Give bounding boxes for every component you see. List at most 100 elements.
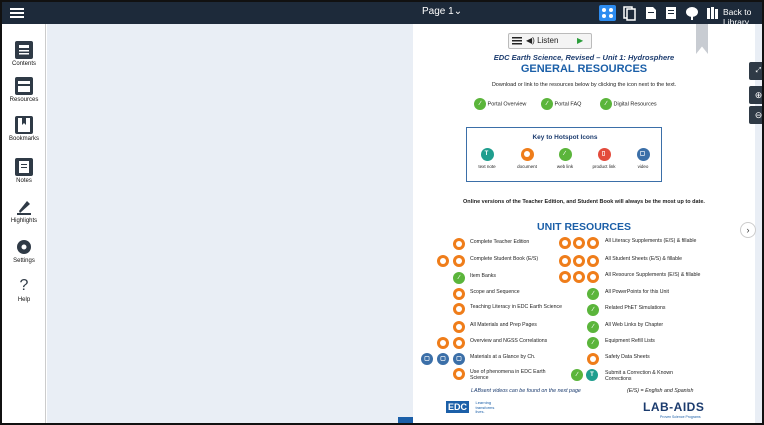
resource-label: All Materials and Prep Pages [470, 322, 537, 328]
resource-label: Teaching Literacy in EDC Earth Science [470, 304, 562, 310]
unit-resources-heading: UNIT RESOURCES [537, 221, 631, 233]
resource-label: Materials at a Glance by Ch. [470, 354, 536, 360]
video-icon: ▢ [437, 353, 449, 365]
resource-label: All PowerPoints for this Unit [605, 289, 670, 295]
resource-label: All Student Sheets (E/S) & fillable [605, 256, 682, 262]
sidebar-item-resources[interactable]: Resources [2, 77, 46, 103]
document-hotspot-icon [573, 255, 585, 267]
document-hotspot-icon [559, 255, 571, 267]
play-icon[interactable]: ▶ [577, 36, 583, 50]
zoom-out-icon[interactable]: ⊖ [749, 106, 762, 124]
listen-label: Listen [537, 36, 559, 45]
document-hotspot-icon [587, 353, 599, 365]
labsent-videos-note: LABsent videos can be found on the next … [471, 388, 581, 394]
document-hotspot-icon [559, 271, 571, 283]
listen-menu-icon[interactable] [512, 37, 522, 51]
key-item-text-note: T text note [467, 148, 507, 169]
speaker-icon: ◀) [526, 36, 535, 45]
labaids-tagline: Proven Science Programs [660, 415, 701, 419]
key-label: video [637, 164, 649, 169]
sidebar-item-contents[interactable]: Contents [2, 41, 46, 67]
general-link-portal-overview[interactable]: ∕ Portal Overview [474, 98, 526, 110]
sidebar-item-label: Help [17, 297, 31, 303]
web-link-icon: ∕ [541, 98, 553, 110]
sidebar-item-label: Settings [13, 258, 35, 264]
document-icon[interactable] [642, 5, 659, 21]
document-hotspot-icon [453, 288, 465, 300]
labaids-logo: LAB-AIDS [643, 400, 705, 414]
sidebar-item-label: Notes [16, 178, 32, 184]
document-hotspot-icon [587, 255, 599, 267]
copy-pages-icon[interactable] [621, 5, 638, 21]
document-hotspot-icon [437, 255, 449, 267]
document-subtitle: EDC Earth Science, Revised – Unit 1: Hyd… [493, 53, 675, 62]
sidebar-item-settings[interactable]: Settings [2, 238, 46, 264]
resource-label: Related PhET Simulations [605, 305, 666, 311]
page-bookmark-ribbon[interactable] [696, 24, 708, 54]
document-hotspot-icon [587, 271, 599, 283]
resource-label: All Literacy Supplements (E/S) & fillabl… [605, 238, 697, 244]
page-selector[interactable]: Page 1⌄ [422, 6, 462, 17]
hamburger-menu-icon[interactable] [10, 6, 24, 20]
resource-label: Submit a Correction & Known Corrections [605, 370, 674, 382]
general-link-portal-faq[interactable]: ∕ Portal FAQ [541, 98, 581, 110]
document-hotspot-icon [437, 337, 449, 349]
web-link-icon: ∕ [600, 98, 612, 110]
fullscreen-icon[interactable]: ⤢ [749, 62, 762, 80]
zoom-in-icon[interactable]: ⊕ [749, 86, 762, 104]
document-hotspot-icon [559, 237, 571, 249]
web-link-icon: ∕ [587, 288, 599, 300]
document-hotspot-icon [573, 271, 585, 283]
link-label: Portal FAQ [554, 101, 582, 108]
intro-text: Download or link to the resources below … [491, 82, 677, 88]
edc-logo-text: EDC [446, 401, 470, 413]
top-toolbar: Page 1⌄ Back to Library [2, 2, 762, 27]
general-resources-heading: GENERAL RESOURCES [520, 63, 648, 75]
document-hotspot-icon [520, 148, 534, 161]
text-note-icon: T [586, 369, 598, 381]
key-label: text note [478, 164, 496, 169]
key-label: web link [556, 164, 574, 169]
general-link-digital-resources[interactable]: ∕ Digital Resources [600, 98, 657, 110]
sidebar-item-help[interactable]: ? Help [2, 277, 46, 303]
contents-icon [15, 41, 33, 59]
sidebar-item-label: Bookmarks [8, 136, 39, 142]
sidebar-item-label: Highlights [10, 218, 38, 224]
reader-canvas: ◀) Listen ▶ EDC Earth Science, Revised –… [47, 24, 762, 423]
web-link-icon: ∕ [587, 321, 599, 333]
document-hotspot-icon [453, 368, 465, 380]
listen-button[interactable]: ◀) Listen [526, 36, 558, 50]
key-item-video: ▢ video [623, 148, 663, 169]
notes-toolbar-icon[interactable] [663, 5, 680, 21]
key-label: product link [592, 164, 616, 169]
document-hotspot-icon [453, 337, 465, 349]
document-hotspot-icon [453, 238, 465, 250]
sidebar-item-label: Resources [9, 97, 39, 103]
video-icon: ▢ [421, 353, 433, 365]
document-hotspot-icon [573, 237, 585, 249]
resource-label: All Resource Supplements (E/S) & fillabl… [605, 272, 701, 278]
web-link-icon: ∕ [587, 337, 599, 349]
app-frame: Page 1⌄ Back to Library Contents Resourc… [0, 0, 764, 425]
empty-left-page [51, 24, 411, 423]
library-icon[interactable] [706, 5, 720, 21]
hotspots-icon[interactable] [599, 5, 616, 21]
sidebar-item-label: Contents [11, 61, 36, 67]
sidebar-item-notes[interactable]: Notes [2, 158, 46, 184]
settings-icon [15, 238, 33, 256]
page-thumbnails-button[interactable] [398, 417, 413, 423]
resources-icon [15, 77, 33, 95]
document-hotspot-icon [453, 321, 465, 333]
document-hotspot-icon [453, 255, 465, 267]
next-page-chevron-icon[interactable]: › [740, 222, 756, 238]
resource-label: Use of phenomena in EDC Earth Science [470, 369, 546, 381]
key-item-product-link: ▯ product link [584, 148, 624, 169]
web-link-icon: ∕ [571, 369, 583, 381]
help-icon: ? [19, 277, 29, 294]
notes-icon [15, 158, 33, 176]
bookmarks-icon [15, 116, 33, 134]
brain-icon[interactable] [684, 5, 700, 21]
sidebar-item-bookmarks[interactable]: Bookmarks [2, 116, 46, 142]
sidebar-item-highlights[interactable]: Highlights [2, 198, 46, 224]
product-link-icon: ▯ [597, 148, 611, 161]
